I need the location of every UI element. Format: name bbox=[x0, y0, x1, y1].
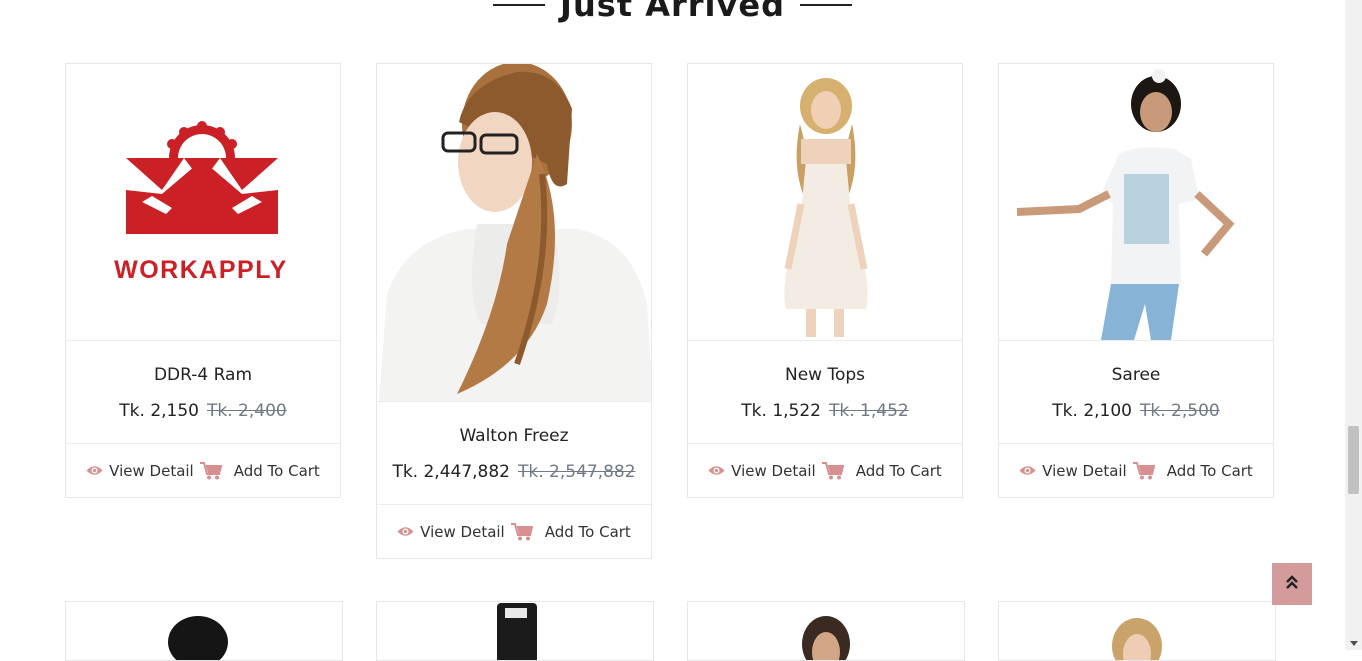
view-detail-button[interactable]: View Detail bbox=[86, 462, 194, 480]
product-card[interactable]: Saree Tk. 2,100 Tk. 2,500 View Detail Add… bbox=[998, 63, 1274, 498]
view-detail-button[interactable]: View Detail bbox=[1019, 462, 1127, 480]
add-to-cart-button[interactable]: Add To Cart bbox=[1132, 461, 1253, 480]
page-scrollbar[interactable] bbox=[1345, 0, 1362, 650]
product-image[interactable] bbox=[377, 64, 651, 402]
cart-icon bbox=[199, 461, 222, 480]
eye-icon bbox=[708, 465, 725, 476]
product-price: Tk. 2,100 Tk. 2,500 bbox=[1052, 401, 1220, 421]
product-image-partial bbox=[1112, 618, 1162, 660]
woman-glasses-photo bbox=[379, 64, 651, 401]
scroll-down-arrow-icon[interactable] bbox=[1350, 641, 1358, 646]
product-card-partial[interactable] bbox=[376, 601, 654, 661]
old-price: Tk. 2,500 bbox=[1140, 401, 1220, 421]
product-card-partial[interactable] bbox=[687, 601, 965, 661]
product-image[interactable] bbox=[999, 64, 1273, 341]
product-price: Tk. 2,447,882 Tk. 2,547,882 bbox=[392, 462, 636, 482]
product-image-partial bbox=[168, 616, 228, 660]
svg-text:WORKAPPLY: WORKAPPLY bbox=[114, 256, 288, 284]
old-price: Tk. 2,547,882 bbox=[518, 462, 636, 482]
product-name[interactable]: DDR-4 Ram bbox=[66, 365, 340, 385]
product-price: Tk. 2,150 Tk. 2,400 bbox=[119, 401, 287, 421]
product-card[interactable]: Walton Freez Tk. 2,447,882 Tk. 2,547,882 … bbox=[376, 63, 652, 559]
product-name[interactable]: Walton Freez bbox=[377, 426, 651, 446]
product-image-partial bbox=[497, 603, 537, 660]
view-detail-button[interactable]: View Detail bbox=[397, 523, 505, 541]
cart-icon bbox=[510, 522, 533, 541]
cart-icon bbox=[821, 461, 844, 480]
product-card-partial[interactable] bbox=[998, 601, 1276, 661]
product-name[interactable]: New Tops bbox=[688, 365, 962, 385]
product-card[interactable]: New Tops Tk. 1,522 Tk. 1,452 View Detail … bbox=[687, 63, 963, 498]
product-image-partial bbox=[802, 616, 850, 660]
add-to-cart-button[interactable]: Add To Cart bbox=[199, 461, 320, 480]
girl-tshirt-photo bbox=[1016, 69, 1235, 340]
workapply-logo: WORKAPPLY bbox=[114, 121, 288, 284]
section-title: Just Arrived bbox=[560, 0, 785, 24]
back-to-top-button[interactable] bbox=[1272, 563, 1312, 605]
woman-dress-photo bbox=[784, 78, 868, 337]
eye-icon bbox=[86, 465, 103, 476]
product-image[interactable]: WORKAPPLY bbox=[66, 64, 340, 341]
product-card-partial[interactable] bbox=[65, 601, 343, 661]
view-detail-button[interactable]: View Detail bbox=[708, 462, 816, 480]
product-price: Tk. 1,522 Tk. 1,452 bbox=[741, 401, 909, 421]
section-heading: Just Arrived bbox=[0, 0, 1345, 24]
product-card[interactable]: WORKAPPLY DDR-4 Ram Tk. 2,150 Tk. 2,400 V… bbox=[65, 63, 341, 498]
heading-line-right bbox=[800, 4, 853, 6]
product-image[interactable] bbox=[688, 64, 962, 341]
product-name[interactable]: Saree bbox=[999, 365, 1273, 385]
scrollbar-thumb[interactable] bbox=[1348, 426, 1359, 494]
add-to-cart-button[interactable]: Add To Cart bbox=[510, 522, 631, 541]
eye-icon bbox=[1019, 465, 1036, 476]
double-chevron-up-icon bbox=[1285, 574, 1299, 594]
add-to-cart-button[interactable]: Add To Cart bbox=[821, 461, 942, 480]
old-price: Tk. 2,400 bbox=[207, 401, 287, 421]
eye-icon bbox=[397, 526, 414, 537]
cart-icon bbox=[1132, 461, 1155, 480]
old-price: Tk. 1,452 bbox=[829, 401, 909, 421]
heading-line-left bbox=[492, 4, 545, 6]
